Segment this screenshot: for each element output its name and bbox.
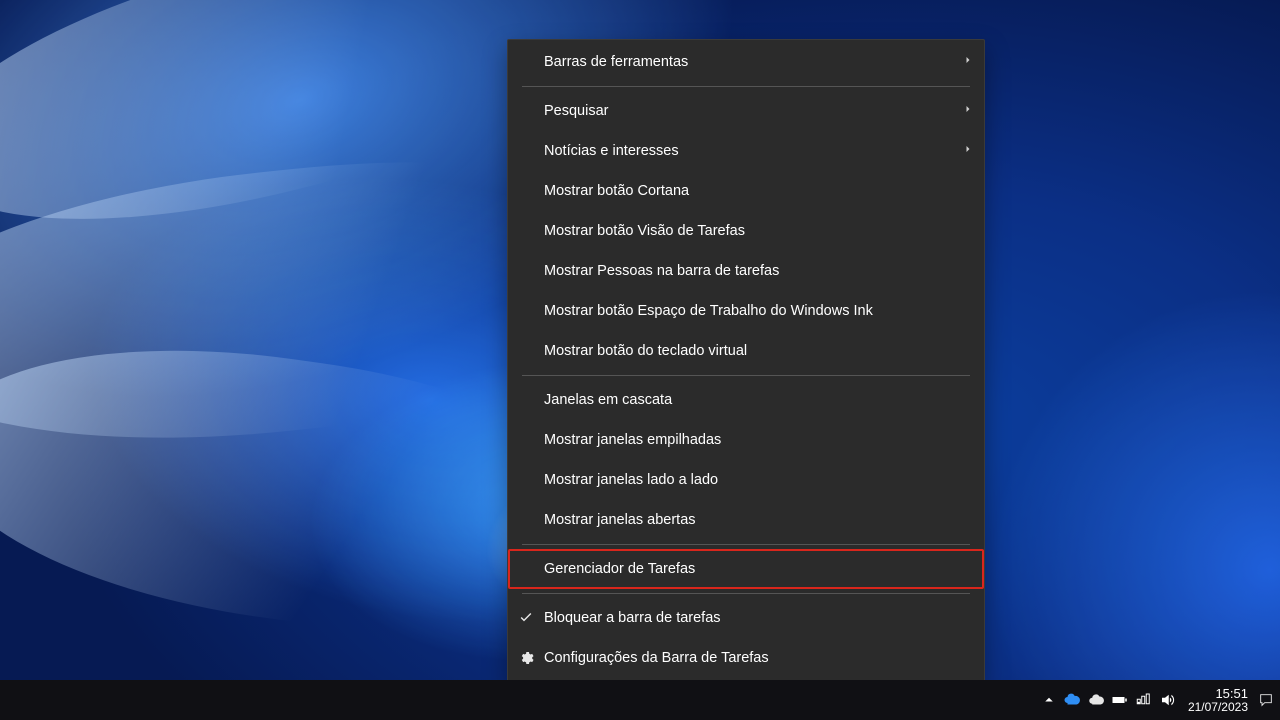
taskbar-clock[interactable]: 15:51 21/07/2023: [1180, 687, 1256, 713]
network-icon[interactable]: [1132, 680, 1156, 720]
menu-label: Janelas em cascata: [544, 392, 984, 408]
menu-label: Mostrar janelas abertas: [544, 512, 984, 528]
taskbar[interactable]: 15:51 21/07/2023: [0, 680, 1280, 720]
menu-label: Gerenciador de Tarefas: [544, 561, 984, 577]
menu-item-show-side-by-side[interactable]: Mostrar janelas lado a lado: [508, 460, 984, 500]
weather-icon[interactable]: [1084, 680, 1108, 720]
menu-item-lock-taskbar[interactable]: Bloquear a barra de tarefas: [508, 598, 984, 638]
menu-item-show-people[interactable]: Mostrar Pessoas na barra de tarefas: [508, 251, 984, 291]
menu-label: Barras de ferramentas: [544, 54, 984, 70]
menu-item-show-stacked[interactable]: Mostrar janelas empilhadas: [508, 420, 984, 460]
chevron-right-icon: [962, 54, 974, 70]
menu-item-show-open-windows[interactable]: Mostrar janelas abertas: [508, 500, 984, 540]
menu-label: Mostrar janelas empilhadas: [544, 432, 984, 448]
menu-item-show-ink-workspace[interactable]: Mostrar botão Espaço de Trabalho do Wind…: [508, 291, 984, 331]
gear-icon: [508, 650, 544, 666]
system-tray: 15:51 21/07/2023: [1038, 680, 1280, 720]
menu-item-taskbar-settings[interactable]: Configurações da Barra de Tarefas: [508, 638, 984, 678]
check-icon: [508, 610, 544, 626]
menu-item-show-cortana[interactable]: Mostrar botão Cortana: [508, 171, 984, 211]
menu-separator: [522, 593, 970, 594]
menu-label: Mostrar botão do teclado virtual: [544, 343, 984, 359]
tray-overflow-button[interactable]: [1038, 680, 1060, 720]
menu-item-cascade-windows[interactable]: Janelas em cascata: [508, 380, 984, 420]
menu-item-news-interests[interactable]: Notícias e interesses: [508, 131, 984, 171]
taskbar-context-menu: Barras de ferramentas Pesquisar Notícias…: [507, 39, 985, 680]
chevron-right-icon: [962, 103, 974, 119]
menu-item-show-touch-keyboard[interactable]: Mostrar botão do teclado virtual: [508, 331, 984, 371]
menu-item-task-manager[interactable]: Gerenciador de Tarefas: [508, 549, 984, 589]
menu-item-search[interactable]: Pesquisar: [508, 91, 984, 131]
menu-label: Mostrar botão Visão de Tarefas: [544, 223, 984, 239]
menu-label: Mostrar Pessoas na barra de tarefas: [544, 263, 984, 279]
menu-label: Mostrar botão Cortana: [544, 183, 984, 199]
menu-separator: [522, 544, 970, 545]
onedrive-icon[interactable]: [1060, 680, 1084, 720]
clock-time: 15:51: [1188, 687, 1248, 701]
menu-item-toolbars[interactable]: Barras de ferramentas: [508, 42, 984, 82]
menu-item-show-taskview[interactable]: Mostrar botão Visão de Tarefas: [508, 211, 984, 251]
battery-icon[interactable]: [1108, 680, 1132, 720]
menu-separator: [522, 86, 970, 87]
menu-label: Configurações da Barra de Tarefas: [544, 650, 984, 666]
menu-label: Mostrar janelas lado a lado: [544, 472, 984, 488]
volume-icon[interactable]: [1156, 680, 1180, 720]
menu-label: Mostrar botão Espaço de Trabalho do Wind…: [544, 303, 984, 319]
action-center-button[interactable]: [1256, 680, 1274, 720]
menu-label: Bloquear a barra de tarefas: [544, 610, 984, 626]
menu-separator: [522, 375, 970, 376]
menu-label: Pesquisar: [544, 103, 984, 119]
chevron-right-icon: [962, 143, 974, 159]
menu-label: Notícias e interesses: [544, 143, 984, 159]
clock-date: 21/07/2023: [1188, 701, 1248, 714]
